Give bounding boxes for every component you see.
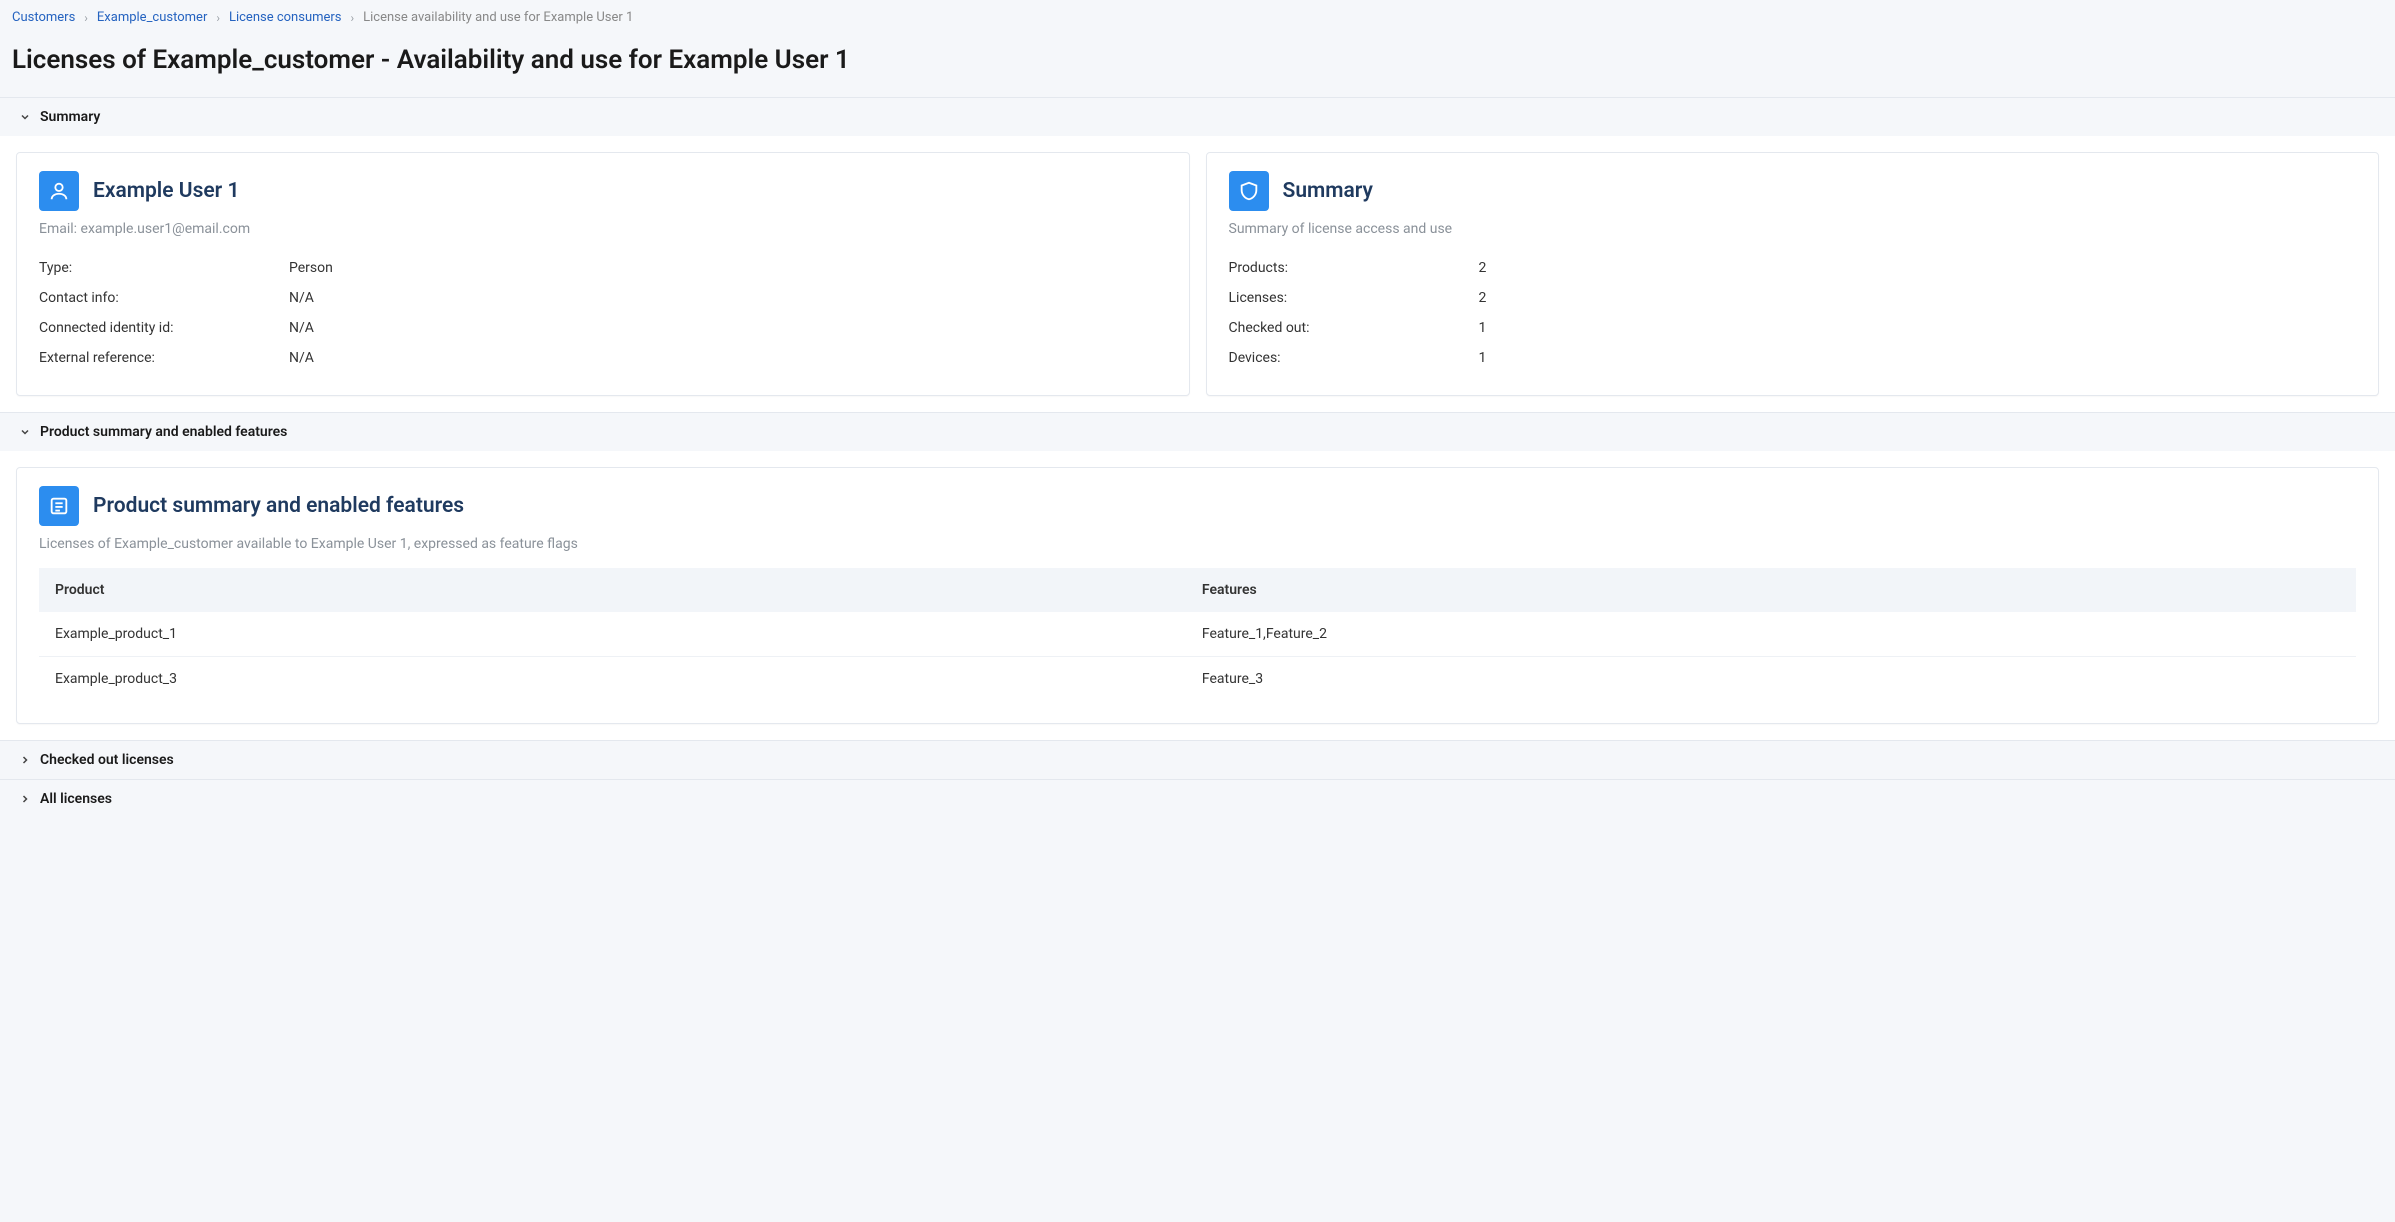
user-type-value: Person — [289, 260, 333, 276]
chevron-right-icon — [18, 793, 32, 805]
user-contact-label: Contact info: — [39, 290, 289, 306]
section-toggle-summary-label: Summary — [40, 109, 100, 125]
summary-licenses-label: Licenses: — [1229, 290, 1479, 306]
summary-devices-label: Devices: — [1229, 350, 1479, 366]
section-toggle-all-licenses[interactable]: All licenses — [0, 779, 2395, 818]
table-cell-product: Example_product_1 — [39, 612, 1186, 657]
summary-card: Summary Summary of license access and us… — [1206, 152, 2380, 396]
chevron-down-icon — [18, 426, 32, 438]
table-row: Example_product_1 Feature_1,Feature_2 — [39, 612, 2356, 657]
chevron-right-icon — [18, 754, 32, 766]
page-title: Licenses of Example_customer - Availabil… — [0, 35, 2395, 97]
chevron-down-icon — [18, 111, 32, 123]
summary-card-title: Summary — [1283, 179, 1373, 203]
product-summary-card-sub: Licenses of Example_customer available t… — [39, 536, 2356, 552]
table-cell-product: Example_product_3 — [39, 657, 1186, 702]
breadcrumb: Customers › Example_customer › License c… — [0, 0, 2395, 35]
section-toggle-all-licenses-label: All licenses — [40, 791, 112, 807]
summary-checked-value: 1 — [1479, 320, 1487, 336]
breadcrumb-example-customer[interactable]: Example_customer — [97, 10, 207, 25]
table-header-features: Features — [1186, 568, 2356, 612]
section-toggle-product-summary[interactable]: Product summary and enabled features — [0, 412, 2395, 451]
table-row: Example_product_3 Feature_3 — [39, 657, 2356, 702]
user-icon — [39, 171, 79, 211]
summary-card-sub: Summary of license access and use — [1229, 221, 2357, 237]
table-cell-features: Feature_1,Feature_2 — [1186, 612, 2356, 657]
user-card-title: Example User 1 — [93, 179, 239, 203]
chevron-right-icon: › — [81, 11, 91, 25]
breadcrumb-customers[interactable]: Customers — [12, 10, 75, 25]
summary-cards-row: Example User 1 Email: example.user1@emai… — [0, 136, 2395, 412]
section-toggle-checked-out[interactable]: Checked out licenses — [0, 740, 2395, 779]
list-icon — [39, 486, 79, 526]
section-toggle-summary[interactable]: Summary — [0, 97, 2395, 136]
chevron-right-icon: › — [213, 11, 223, 25]
user-contact-value: N/A — [289, 290, 314, 306]
table-header-product: Product — [39, 568, 1186, 612]
summary-licenses-value: 2 — [1479, 290, 1487, 306]
summary-checked-label: Checked out: — [1229, 320, 1479, 336]
user-identity-label: Connected identity id: — [39, 320, 289, 336]
user-card: Example User 1 Email: example.user1@emai… — [16, 152, 1190, 396]
breadcrumb-current: License availability and use for Example… — [363, 10, 633, 25]
user-extref-value: N/A — [289, 350, 314, 366]
product-summary-card-title: Product summary and enabled features — [93, 494, 464, 518]
breadcrumb-license-consumers[interactable]: License consumers — [229, 10, 342, 25]
summary-devices-value: 1 — [1479, 350, 1487, 366]
section-toggle-product-summary-label: Product summary and enabled features — [40, 424, 287, 440]
user-type-label: Type: — [39, 260, 289, 276]
summary-products-value: 2 — [1479, 260, 1487, 276]
product-summary-card: Product summary and enabled features Lic… — [16, 467, 2379, 724]
user-identity-value: N/A — [289, 320, 314, 336]
user-extref-label: External reference: — [39, 350, 289, 366]
summary-products-label: Products: — [1229, 260, 1479, 276]
section-toggle-checked-out-label: Checked out licenses — [40, 752, 174, 768]
product-features-table: Product Features Example_product_1 Featu… — [39, 568, 2356, 701]
user-card-email: Email: example.user1@email.com — [39, 221, 1167, 237]
table-cell-features: Feature_3 — [1186, 657, 2356, 702]
chevron-right-icon: › — [348, 11, 358, 25]
shield-icon — [1229, 171, 1269, 211]
